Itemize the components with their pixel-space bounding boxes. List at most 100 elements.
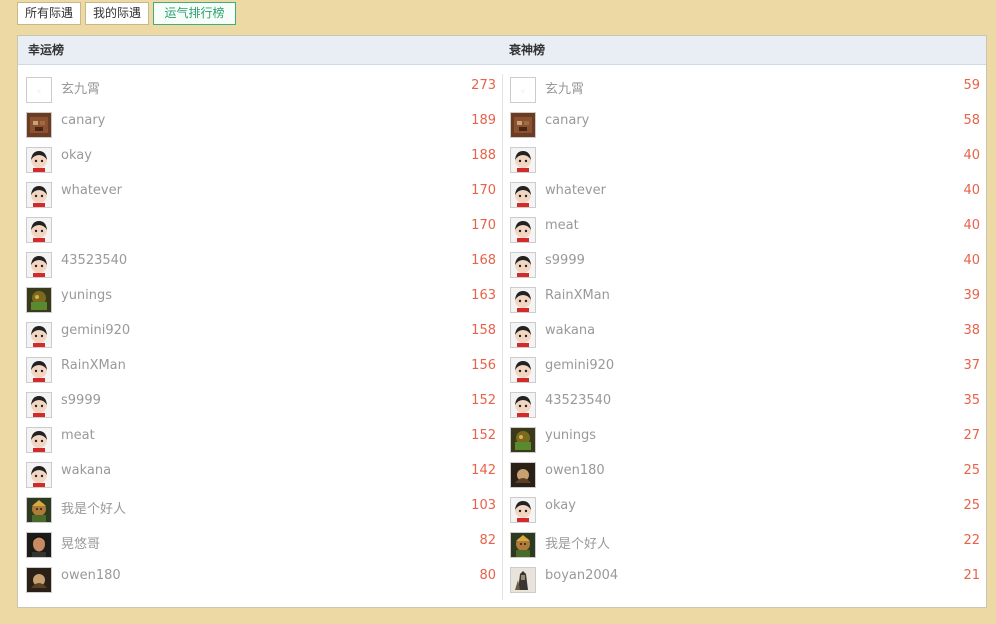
luck-score: 22: [963, 533, 980, 548]
avatar[interactable]: [510, 462, 536, 488]
luck-score: 25: [963, 463, 980, 478]
avatar[interactable]: [510, 532, 536, 558]
user-name-link[interactable]: canary: [61, 113, 105, 128]
luck-score: 168: [471, 253, 496, 268]
luck-score: 189: [471, 113, 496, 128]
ranking-row: wakana 142: [26, 461, 496, 496]
avatar[interactable]: [510, 322, 536, 348]
user-name-link[interactable]: owen180: [545, 463, 605, 478]
avatar[interactable]: [26, 427, 52, 453]
luck-score: 156: [471, 358, 496, 373]
ranking-row: canary 58: [510, 111, 980, 146]
user-name-link[interactable]: s9999: [61, 393, 101, 408]
avatar[interactable]: [510, 217, 536, 243]
user-name-link[interactable]: okay: [545, 498, 576, 513]
avatar[interactable]: [510, 252, 536, 278]
luck-score: 40: [963, 183, 980, 198]
user-name-link[interactable]: owen180: [61, 568, 121, 583]
tab-all-encounters[interactable]: 所有际遇: [17, 2, 81, 25]
user-name-link[interactable]: okay: [61, 148, 92, 163]
ranking-row: whatever 170: [26, 181, 496, 216]
user-name-link[interactable]: 43523540: [61, 253, 127, 268]
avatar[interactable]: [26, 532, 52, 558]
avatar[interactable]: [510, 182, 536, 208]
avatar[interactable]: [510, 567, 536, 593]
avatar[interactable]: [26, 182, 52, 208]
luck-score: 38: [963, 323, 980, 338]
ranking-row: ☆ 玄九霄 273: [26, 76, 496, 111]
ranking-row: ☆ 玄九霄 59: [510, 76, 980, 111]
ranking-row: RainXMan 39: [510, 286, 980, 321]
user-name-link[interactable]: yunings: [61, 288, 112, 303]
avatar[interactable]: [26, 112, 52, 138]
luck-score: 170: [471, 218, 496, 233]
avatar[interactable]: ☆: [510, 77, 536, 103]
svg-text:☆: ☆: [37, 89, 42, 95]
avatar[interactable]: [26, 357, 52, 383]
avatar[interactable]: [26, 252, 52, 278]
ranking-row: boyan2004 21: [510, 566, 980, 601]
avatar[interactable]: [26, 322, 52, 348]
ranking-row: wakana 38: [510, 321, 980, 356]
ranking-row: 43523540 35: [510, 391, 980, 426]
user-name-link[interactable]: boyan2004: [545, 568, 618, 583]
ranking-row: 晃悠哥 82: [26, 531, 496, 566]
tab-my-encounters[interactable]: 我的际遇: [85, 2, 149, 25]
avatar[interactable]: [510, 497, 536, 523]
luck-score: 37: [963, 358, 980, 373]
svg-text:☆: ☆: [521, 89, 526, 95]
user-name-link[interactable]: whatever: [545, 183, 606, 198]
avatar[interactable]: [510, 147, 536, 173]
user-name-link[interactable]: canary: [545, 113, 589, 128]
luck-score: 59: [963, 78, 980, 93]
luck-score: 158: [471, 323, 496, 338]
user-name-link[interactable]: 晃悠哥: [61, 533, 100, 552]
user-name-link[interactable]: yunings: [545, 428, 596, 443]
luck-score: 80: [479, 568, 496, 583]
luck-score: 163: [471, 288, 496, 303]
user-name-link[interactable]: gemini920: [61, 323, 130, 338]
lucky-list-title: 幸运榜: [28, 43, 65, 57]
ranking-row: gemini920 158: [26, 321, 496, 356]
avatar[interactable]: [510, 287, 536, 313]
ranking-row: 40: [510, 146, 980, 181]
user-name-link[interactable]: whatever: [61, 183, 122, 198]
avatar[interactable]: [26, 392, 52, 418]
user-name-link[interactable]: s9999: [545, 253, 585, 268]
user-name-link[interactable]: RainXMan: [61, 358, 126, 373]
avatar[interactable]: [510, 392, 536, 418]
luck-score: 170: [471, 183, 496, 198]
ranking-header: 幸运榜 衰神榜: [18, 36, 986, 65]
user-name-link[interactable]: wakana: [61, 463, 111, 478]
avatar[interactable]: [26, 497, 52, 523]
user-name-link[interactable]: meat: [545, 218, 579, 233]
ranking-row: s9999 40: [510, 251, 980, 286]
user-name-link[interactable]: 我是个好人: [545, 533, 610, 552]
luck-score: 142: [471, 463, 496, 478]
avatar[interactable]: [510, 112, 536, 138]
avatar[interactable]: [26, 147, 52, 173]
user-name-link[interactable]: meat: [61, 428, 95, 443]
user-name-link[interactable]: gemini920: [545, 358, 614, 373]
user-name-link[interactable]: RainXMan: [545, 288, 610, 303]
tab-luck-ranking[interactable]: 运气排行榜: [153, 2, 236, 25]
ranking-row: meat 40: [510, 216, 980, 251]
user-name-link[interactable]: 玄九霄: [61, 78, 100, 97]
avatar[interactable]: ☆: [26, 77, 52, 103]
avatar[interactable]: [26, 287, 52, 313]
ranking-row: 我是个好人 22: [510, 531, 980, 566]
user-name-link[interactable]: wakana: [545, 323, 595, 338]
avatar[interactable]: [510, 357, 536, 383]
user-name-link[interactable]: 玄九霄: [545, 78, 584, 97]
avatar[interactable]: [510, 427, 536, 453]
ranking-row: gemini920 37: [510, 356, 980, 391]
ranking-row: whatever 40: [510, 181, 980, 216]
avatar[interactable]: [26, 217, 52, 243]
luck-score: 40: [963, 253, 980, 268]
luck-score: 58: [963, 113, 980, 128]
user-name-link[interactable]: 43523540: [545, 393, 611, 408]
avatar[interactable]: [26, 567, 52, 593]
user-name-link[interactable]: 我是个好人: [61, 498, 126, 517]
avatar[interactable]: [26, 462, 52, 488]
luck-score: 40: [963, 218, 980, 233]
